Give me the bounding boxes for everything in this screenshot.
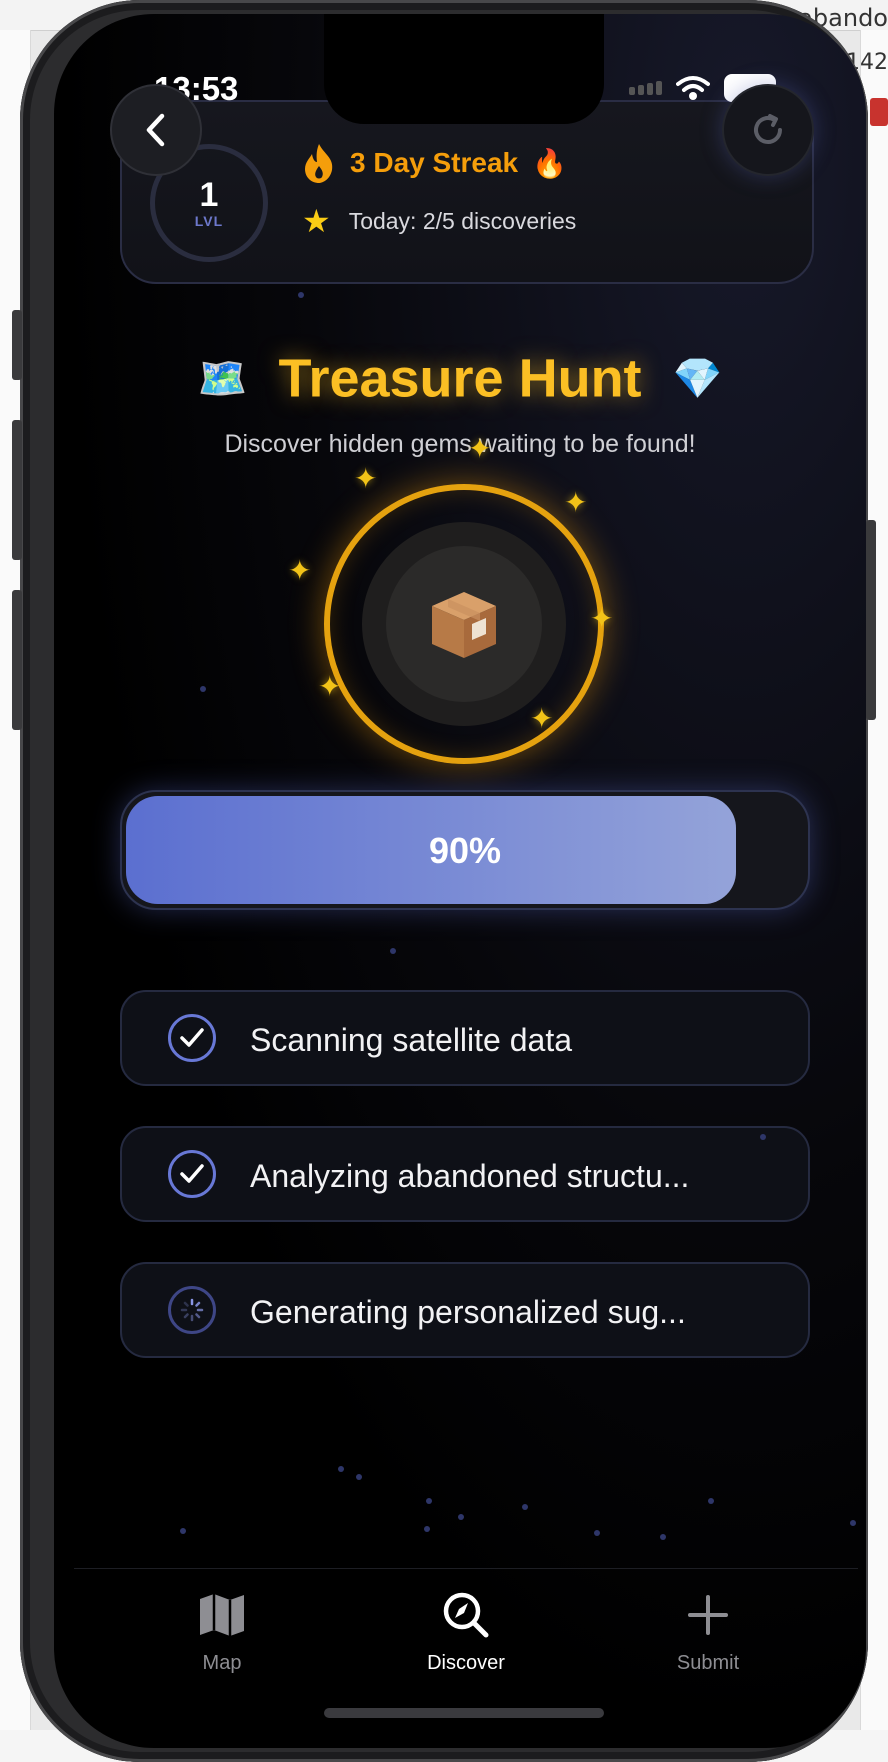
tab-label: Discover [427, 1652, 505, 1674]
level-label: LVL [194, 213, 224, 229]
step-label: Scanning satellite data [250, 1022, 572, 1058]
back-button[interactable] [110, 84, 202, 176]
streak-row: 3 Day Streak 🔥 [302, 142, 567, 184]
star-dot [708, 1498, 714, 1504]
map-emoji-icon: 🗺️ [197, 357, 248, 402]
package-box-icon [432, 592, 496, 658]
star-icon: ★ [302, 203, 331, 239]
sparkle-icon: ✦ [564, 487, 588, 518]
stats-card: 1 LVL 3 Day Streak 🔥 ★ Today: 2/5 discov… [120, 100, 814, 284]
hunt-subtitle: Discover hidden gems waiting to be found… [224, 430, 696, 458]
tab-discover[interactable]: Discover [386, 1591, 546, 1675]
star-dot [338, 1466, 344, 1472]
sparkle-icon: ✦ [288, 555, 312, 586]
progress-label: 90% [428, 830, 502, 871]
tab-label: Map [202, 1652, 242, 1674]
step-status-icon [168, 1150, 216, 1198]
step-item-scanning: Scanning satellite data [120, 990, 810, 1086]
sparkle-icon: ✦ [318, 671, 342, 702]
phone-frame: 13:53 1 LVL 3 Day Streak 🔥 ★ Today: 2/5 … [12, 0, 876, 1762]
star-dot [594, 1530, 600, 1536]
background-red-tab [870, 98, 888, 126]
level-number: 1 [199, 176, 219, 214]
signal-icon [629, 81, 662, 95]
star-dot [180, 1528, 186, 1534]
sparkle-icon: ✦ [354, 463, 378, 494]
step-item-analyzing: Analyzing abandoned structu... [120, 1126, 810, 1222]
phone-volume-up [12, 420, 22, 560]
sparkle-icon: ✦ [468, 433, 492, 464]
chevron-left-icon [146, 113, 165, 147]
phone-volume-down [12, 590, 22, 730]
today-text: Today: 2/5 discoveries [348, 207, 577, 234]
loading-spinner-icon [180, 1298, 204, 1322]
refresh-icon [754, 114, 782, 144]
step-label: Generating personalized sug... [250, 1294, 686, 1330]
star-dot [458, 1514, 464, 1520]
gem-emoji-icon: 💎 [672, 357, 723, 402]
treasure-visual: ✦ ✦ ✦ ✦ ✦ ✦ ✦ [288, 433, 613, 764]
sparkle-icon: ✦ [590, 603, 614, 634]
star-dot [424, 1526, 430, 1532]
step-status-icon [168, 1286, 216, 1334]
tab-bar: Map Discover Submit [74, 1568, 858, 1748]
star-dot [426, 1498, 432, 1504]
star-dot [850, 1520, 856, 1526]
progress-bar: 90% [120, 790, 810, 910]
flame-icon [305, 144, 333, 183]
sparkle-icon: ✦ [530, 703, 554, 734]
star-dot [298, 292, 304, 298]
today-row: ★ Today: 2/5 discoveries [302, 202, 576, 240]
refresh-button[interactable] [722, 84, 814, 176]
star-dot [760, 1134, 766, 1140]
map-icon [200, 1594, 244, 1636]
step-status-icon [168, 1014, 216, 1062]
fire-emoji-icon: 🔥 [532, 147, 567, 179]
star-dot [356, 1474, 362, 1480]
tab-submit[interactable]: Submit [628, 1591, 788, 1675]
discover-icon [443, 1592, 489, 1638]
tab-label: Submit [676, 1652, 740, 1674]
plus-icon [688, 1595, 728, 1635]
star-dot [660, 1534, 666, 1540]
star-dot [390, 948, 396, 954]
checkmark-icon [180, 1164, 204, 1183]
wifi-icon [676, 76, 710, 100]
notch [324, 14, 604, 124]
phone-mute-switch [12, 310, 22, 380]
hunt-title-row: 🗺️ Treasure Hunt 💎 [54, 344, 866, 410]
step-label: Analyzing abandoned structu... [250, 1158, 690, 1194]
tab-map[interactable]: Map [142, 1591, 302, 1675]
checkmark-icon [180, 1028, 204, 1047]
step-item-generating: Generating personalized sug... [120, 1262, 810, 1358]
star-dot [522, 1504, 528, 1510]
star-dot [200, 686, 206, 692]
hunt-title: Treasure Hunt [278, 348, 642, 409]
app-screen: 13:53 1 LVL 3 Day Streak 🔥 ★ Today: 2/5 … [54, 14, 866, 1748]
home-indicator[interactable] [324, 1708, 604, 1718]
streak-text: 3 Day Streak [350, 147, 519, 178]
phone-power-button [866, 520, 876, 720]
